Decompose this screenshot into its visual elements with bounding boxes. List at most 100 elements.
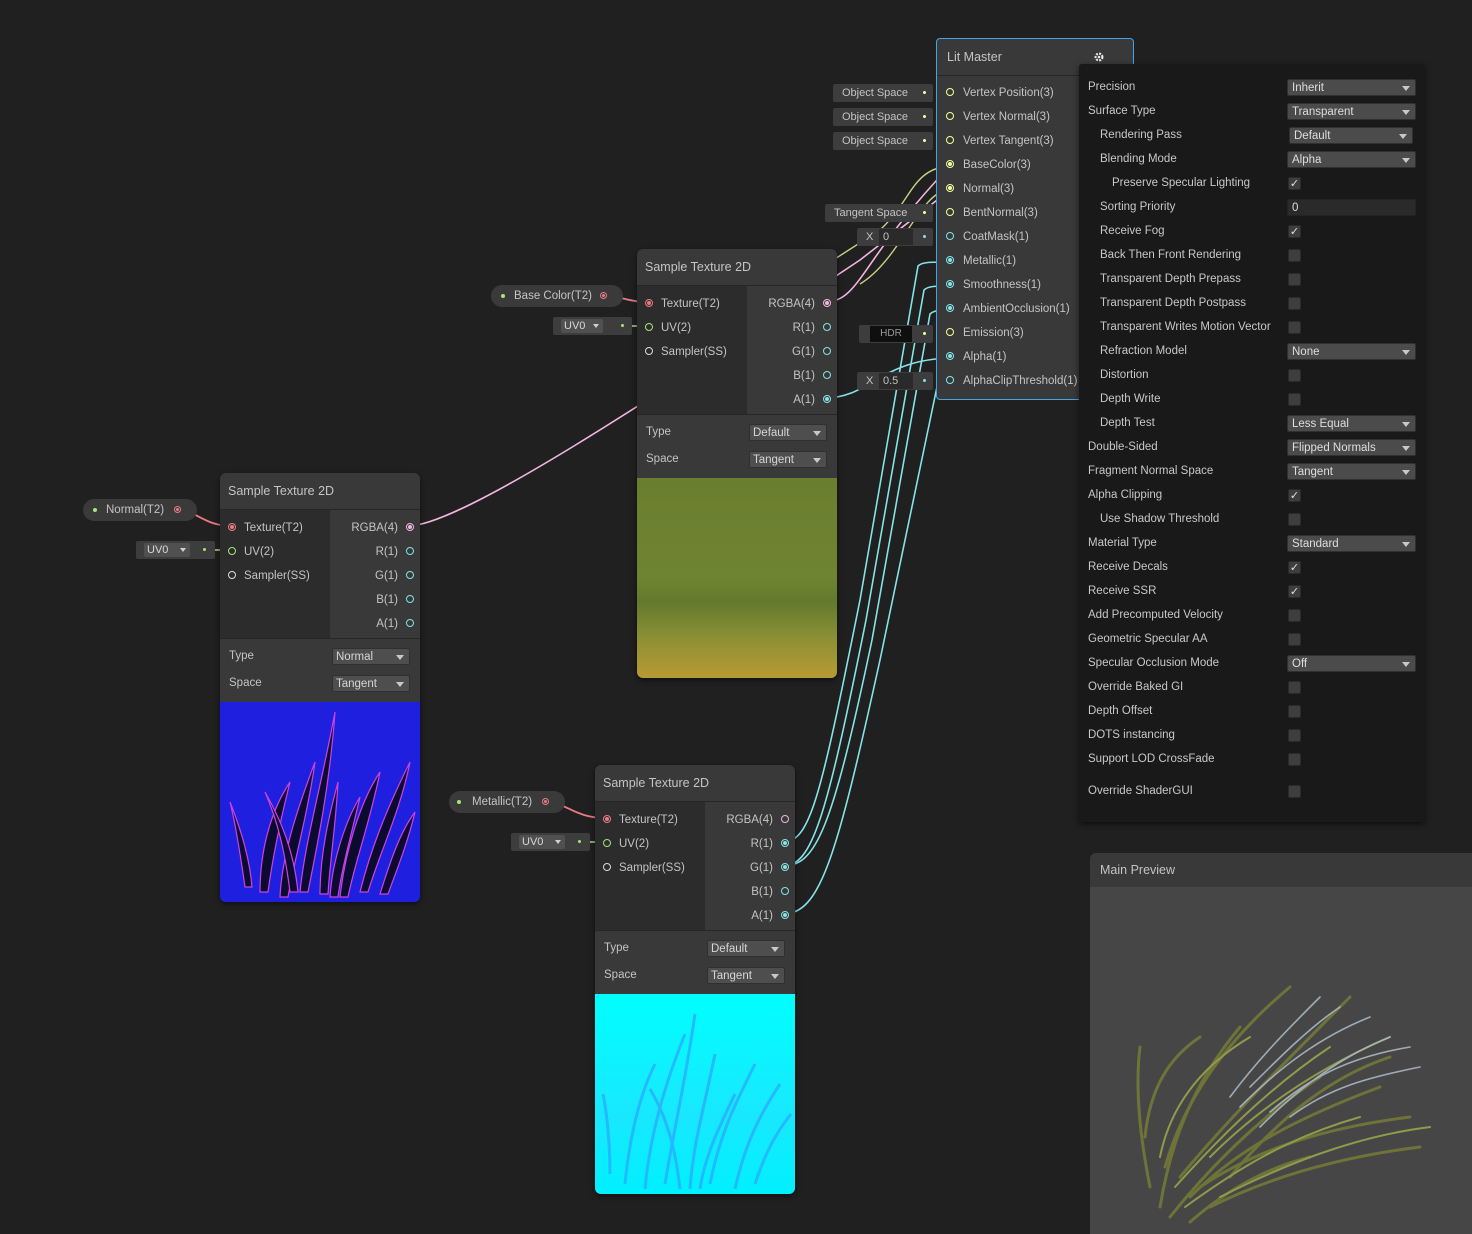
checkbox-unchecked[interactable]	[1288, 297, 1301, 310]
setting-dropdown[interactable]: Inherit	[1287, 79, 1416, 96]
setting-dropdown[interactable]: Default	[1289, 127, 1413, 144]
space-dropdown[interactable]: Tangent	[749, 451, 827, 468]
uv-input-normal[interactable]: UV0	[136, 541, 215, 559]
sampler-input-port[interactable]	[228, 571, 236, 579]
setting-text-field[interactable]: 0	[1287, 199, 1416, 216]
b-output-port[interactable]	[781, 887, 789, 895]
texture-input-port[interactable]	[228, 523, 236, 531]
input-port[interactable]	[946, 136, 954, 144]
input-port[interactable]	[946, 232, 954, 240]
a-output-port[interactable]	[406, 619, 414, 627]
bent-normal-input[interactable]: Tangent Space	[825, 204, 933, 222]
checkbox-unchecked[interactable]	[1288, 729, 1301, 742]
uv-input-port[interactable]	[603, 839, 611, 847]
checkbox-checked[interactable]: ✓	[1288, 585, 1301, 598]
input-port[interactable]	[946, 352, 954, 360]
uv-input-metallic[interactable]: UV0	[511, 833, 590, 851]
alpha-clip-input[interactable]: X 0.5	[857, 372, 933, 390]
input-port[interactable]	[946, 256, 954, 264]
coat-mask-input[interactable]: X 0	[857, 228, 933, 246]
output-port[interactable]	[174, 506, 181, 513]
input-port[interactable]	[946, 112, 954, 120]
checkbox-unchecked[interactable]	[1288, 273, 1301, 286]
b-output-port[interactable]	[406, 595, 414, 603]
setting-dropdown[interactable]: Alpha	[1287, 151, 1416, 168]
metallic-property[interactable]: Metallic(T2)	[449, 791, 565, 813]
uv-input-base[interactable]: UV0	[553, 317, 632, 335]
coat-mask-value[interactable]: 0	[879, 229, 913, 245]
checkbox-unchecked[interactable]	[1288, 249, 1301, 262]
base-color-property[interactable]: Base Color(T2)	[491, 285, 623, 307]
texture-input-port[interactable]	[603, 815, 611, 823]
hdr-color-swatch[interactable]: HDR	[870, 326, 912, 342]
input-port[interactable]	[946, 208, 954, 216]
checkbox-unchecked[interactable]	[1288, 393, 1301, 406]
input-port[interactable]	[946, 160, 954, 168]
checkbox-unchecked[interactable]	[1288, 513, 1301, 526]
a-output-port[interactable]	[781, 911, 789, 919]
main-preview-viewport[interactable]	[1090, 887, 1472, 1234]
setting-dropdown[interactable]: None	[1287, 343, 1416, 360]
input-port[interactable]	[946, 304, 954, 312]
sample-texture-node-metallic[interactable]: Sample Texture 2D Texture(T2) UV(2) Samp…	[595, 765, 795, 1194]
setting-dropdown[interactable]: Transparent	[1287, 103, 1416, 120]
gear-icon[interactable]	[1093, 51, 1105, 63]
uv-dropdown[interactable]: UV0	[561, 319, 603, 333]
checkbox-unchecked[interactable]	[1288, 681, 1301, 694]
checkbox-checked[interactable]: ✓	[1288, 177, 1301, 190]
output-port[interactable]	[542, 798, 549, 805]
r-output-port[interactable]	[823, 323, 831, 331]
uv-dropdown[interactable]: UV0	[144, 543, 190, 557]
checkbox-unchecked[interactable]	[1288, 705, 1301, 718]
checkbox-checked[interactable]: ✓	[1288, 489, 1301, 502]
space-dropdown[interactable]: Tangent	[332, 675, 410, 692]
input-port[interactable]	[946, 184, 954, 192]
type-dropdown[interactable]: Normal	[332, 648, 410, 665]
checkbox-unchecked[interactable]	[1288, 369, 1301, 382]
uv-input-port[interactable]	[645, 323, 653, 331]
sample-texture-node-base[interactable]: Sample Texture 2D Texture(T2) UV(2) Samp…	[637, 249, 837, 678]
output-port[interactable]	[600, 292, 607, 299]
setting-dropdown[interactable]: Standard	[1287, 535, 1416, 552]
checkbox-unchecked[interactable]	[1288, 609, 1301, 622]
alpha-clip-value[interactable]: 0.5	[879, 373, 913, 389]
vertex-position-input[interactable]: Object Space	[833, 84, 933, 102]
input-port[interactable]	[946, 88, 954, 96]
checkbox-unchecked[interactable]	[1288, 321, 1301, 334]
g-output-port[interactable]	[406, 571, 414, 579]
normal-property[interactable]: Normal(T2)	[83, 499, 197, 521]
type-dropdown[interactable]: Default	[707, 940, 785, 957]
checkbox-unchecked[interactable]	[1288, 753, 1301, 766]
input-port[interactable]	[946, 280, 954, 288]
texture-input-port[interactable]	[645, 299, 653, 307]
setting-dropdown[interactable]: Off	[1287, 655, 1416, 672]
b-output-port[interactable]	[823, 371, 831, 379]
r-output-port[interactable]	[781, 839, 789, 847]
checkbox-unchecked[interactable]	[1288, 633, 1301, 646]
checkbox-checked[interactable]: ✓	[1288, 561, 1301, 574]
input-port[interactable]	[946, 328, 954, 336]
rgba-output-port[interactable]	[781, 815, 789, 823]
checkbox-unchecked[interactable]	[1288, 785, 1301, 798]
setting-dropdown[interactable]: Flipped Normals	[1287, 439, 1416, 456]
a-output-port[interactable]	[823, 395, 831, 403]
rgba-output-port[interactable]	[406, 523, 414, 531]
type-dropdown[interactable]: Default	[749, 424, 827, 441]
setting-dropdown[interactable]: Tangent	[1287, 463, 1416, 480]
main-preview-window[interactable]: Main Preview	[1090, 853, 1472, 1234]
r-output-port[interactable]	[406, 547, 414, 555]
vertex-normal-input[interactable]: Object Space	[833, 108, 933, 126]
checkbox-checked[interactable]: ✓	[1288, 225, 1301, 238]
space-dropdown[interactable]: Tangent	[707, 967, 785, 984]
input-port[interactable]	[946, 376, 954, 384]
vertex-tangent-input[interactable]: Object Space	[833, 132, 933, 150]
sampler-input-port[interactable]	[603, 863, 611, 871]
g-output-port[interactable]	[781, 863, 789, 871]
uv-dropdown[interactable]: UV0	[519, 835, 565, 849]
emission-input[interactable]: HDR	[859, 325, 933, 343]
sampler-input-port[interactable]	[645, 347, 653, 355]
sample-texture-node-normal[interactable]: Sample Texture 2D Texture(T2) UV(2) Samp…	[220, 473, 420, 902]
g-output-port[interactable]	[823, 347, 831, 355]
rgba-output-port[interactable]	[823, 299, 831, 307]
setting-dropdown[interactable]: Less Equal	[1287, 415, 1416, 432]
